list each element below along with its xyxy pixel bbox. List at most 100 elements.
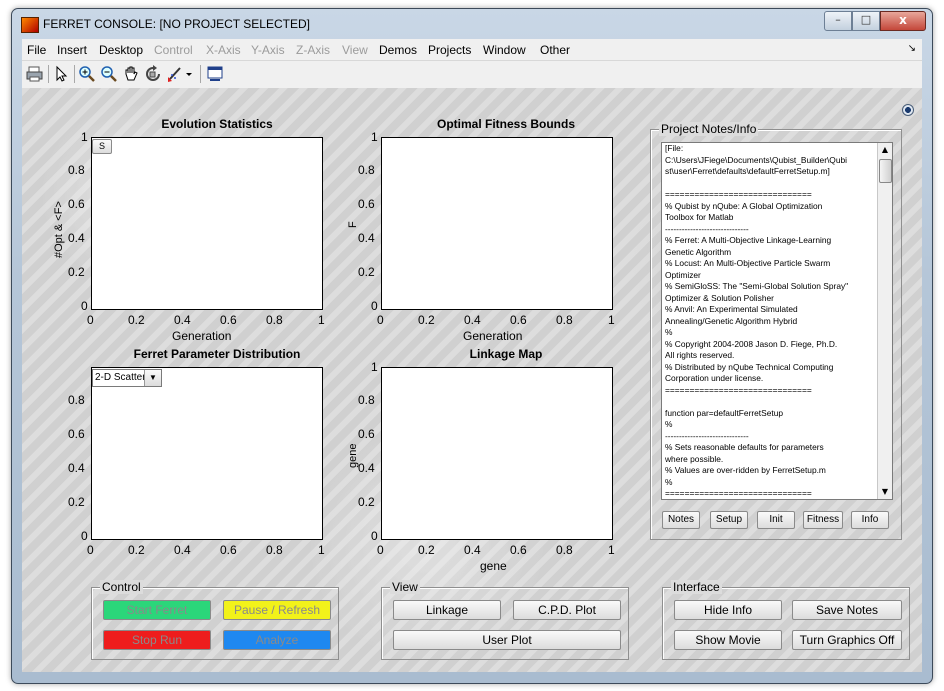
- hide-info-button[interactable]: Hide Info: [674, 600, 782, 620]
- fitness-xlabel: Generation: [463, 329, 523, 343]
- menu-control[interactable]: Control: [154, 43, 193, 57]
- link-xtick: 1: [608, 543, 615, 557]
- evolution-axes[interactable]: S: [91, 137, 323, 310]
- param-ytick: 0.8: [68, 393, 85, 407]
- pointer-icon[interactable]: [52, 65, 70, 83]
- pause-refresh-button[interactable]: Pause / Refresh: [223, 600, 331, 620]
- analyze-button[interactable]: Analyze: [223, 630, 331, 650]
- show-movie-button[interactable]: Show Movie: [674, 630, 782, 650]
- fit-xtick: 0.6: [510, 313, 527, 327]
- linkage-plot-title: Linkage Map: [469, 347, 543, 361]
- param-xtick: 0.8: [266, 543, 283, 557]
- user-plot-button[interactable]: User Plot: [393, 630, 621, 650]
- init-button[interactable]: Init: [757, 511, 795, 529]
- fitness-axes[interactable]: [381, 137, 613, 310]
- stop-run-button[interactable]: Stop Run: [103, 630, 211, 650]
- setup-button[interactable]: Setup: [710, 511, 748, 529]
- link-ytick: 1: [371, 360, 378, 374]
- param-xtick: 0.2: [128, 543, 145, 557]
- zoom-out-icon[interactable]: [100, 65, 118, 83]
- interface-panel: Interface Hide Info Save Notes Show Movi…: [662, 580, 910, 660]
- start-ferret-button[interactable]: Start Ferret: [103, 600, 211, 620]
- menu-bar: File Insert Desktop Control X-Axis Y-Axi…: [22, 39, 922, 60]
- menu-projects[interactable]: Projects: [428, 43, 471, 57]
- fitness-button[interactable]: Fitness: [803, 511, 843, 529]
- evo-ytick: 0: [81, 299, 88, 313]
- scroll-up-icon[interactable]: ▲: [878, 143, 892, 157]
- turn-graphics-off-button[interactable]: Turn Graphics Off: [792, 630, 902, 650]
- link-ytick: 0.2: [358, 495, 375, 509]
- ferret-console-window: FERRET CONSOLE: [NO PROJECT SELECTED] – …: [11, 8, 933, 684]
- rotate-icon[interactable]: [144, 65, 162, 83]
- cpd-plot-button[interactable]: C.P.D. Plot: [513, 600, 621, 620]
- linkage-axes[interactable]: [381, 367, 613, 540]
- fitness-ylabel: F: [347, 221, 359, 228]
- link-xtick: 0.8: [556, 543, 573, 557]
- link-xtick: 0.2: [418, 543, 435, 557]
- brush-dropdown-icon[interactable]: [184, 65, 194, 83]
- maximize-icon: □: [860, 13, 872, 26]
- menu-insert[interactable]: Insert: [57, 43, 87, 57]
- menu-overflow-icon[interactable]: ↘: [908, 43, 916, 54]
- param-ytick: 0: [81, 529, 88, 543]
- link-xtick: 0.6: [510, 543, 527, 557]
- minimize-button[interactable]: –: [824, 11, 852, 31]
- evo-xtick: 0.4: [174, 313, 191, 327]
- project-notes-textbox[interactable]: [File: C:\Users\JFiege\Documents\Qubist_…: [661, 142, 893, 500]
- data-brush-icon[interactable]: [166, 65, 184, 83]
- notes-scrollbar[interactable]: ▲ ▼: [877, 143, 892, 499]
- fitness-plot-title: Optimal Fitness Bounds: [436, 117, 575, 131]
- menu-x-axis[interactable]: X-Axis: [206, 43, 241, 57]
- notes-button[interactable]: Notes: [662, 511, 700, 529]
- control-panel: Control Start Ferret Pause / Refresh Sto…: [91, 580, 339, 660]
- menu-file[interactable]: File: [27, 43, 46, 57]
- evolution-xlabel: Generation: [172, 329, 232, 343]
- zoom-in-icon[interactable]: [78, 65, 96, 83]
- menu-y-axis[interactable]: Y-Axis: [251, 43, 285, 57]
- link-xtick: 0.4: [464, 543, 481, 557]
- menu-demos[interactable]: Demos: [379, 43, 417, 57]
- menu-window[interactable]: Window: [483, 43, 526, 57]
- menu-view[interactable]: View: [342, 43, 368, 57]
- linkage-button[interactable]: Linkage: [393, 600, 501, 620]
- param-xtick: 0.4: [174, 543, 191, 557]
- dock-radio-button[interactable]: [902, 104, 914, 116]
- parameter-axes[interactable]: 2-D Scatter ▼: [91, 367, 323, 540]
- plot-type-dropdown[interactable]: 2-D Scatter ▼: [92, 369, 162, 387]
- param-xtick: 0.6: [220, 543, 237, 557]
- evo-xtick: 0: [87, 313, 94, 327]
- evolution-ylabel: #Opt & <F>: [53, 201, 65, 258]
- menu-z-axis[interactable]: Z-Axis: [296, 43, 330, 57]
- menu-desktop[interactable]: Desktop: [99, 43, 143, 57]
- evo-xtick: 1: [318, 313, 325, 327]
- info-button[interactable]: Info: [851, 511, 889, 529]
- close-icon: x: [899, 13, 907, 27]
- close-button[interactable]: x: [880, 11, 926, 31]
- parameter-plot-title: Ferret Parameter Distribution: [133, 347, 301, 361]
- param-xtick: 1: [318, 543, 325, 557]
- fit-xtick: 1: [608, 313, 615, 327]
- fit-ytick: 0.6: [358, 197, 375, 211]
- scroll-thumb[interactable]: [879, 159, 892, 183]
- interface-panel-title: Interface: [671, 580, 722, 594]
- pan-hand-icon[interactable]: [122, 65, 140, 83]
- view-panel: View Linkage C.P.D. Plot User Plot: [381, 580, 629, 660]
- save-notes-button[interactable]: Save Notes: [792, 600, 902, 620]
- link-ytick: 0.4: [358, 461, 375, 475]
- param-ytick: 0.2: [68, 495, 85, 509]
- dock-figure-icon[interactable]: [206, 65, 224, 83]
- print-icon[interactable]: [26, 65, 44, 83]
- window-title: FERRET CONSOLE: [NO PROJECT SELECTED]: [43, 17, 310, 31]
- evo-xtick: 0.2: [128, 313, 145, 327]
- toolbar: [22, 60, 922, 89]
- evolution-s-button[interactable]: S: [92, 139, 112, 154]
- maximize-button[interactable]: □: [852, 11, 880, 31]
- plot-type-value: 2-D Scatter: [95, 372, 146, 383]
- window-controls: – □ x: [824, 11, 926, 31]
- fit-xtick: 0.4: [464, 313, 481, 327]
- linkage-xlabel: gene: [480, 559, 507, 573]
- fit-xtick: 0.2: [418, 313, 435, 327]
- param-xtick: 0: [87, 543, 94, 557]
- menu-other[interactable]: Other: [540, 43, 570, 57]
- scroll-down-icon[interactable]: ▼: [878, 485, 892, 499]
